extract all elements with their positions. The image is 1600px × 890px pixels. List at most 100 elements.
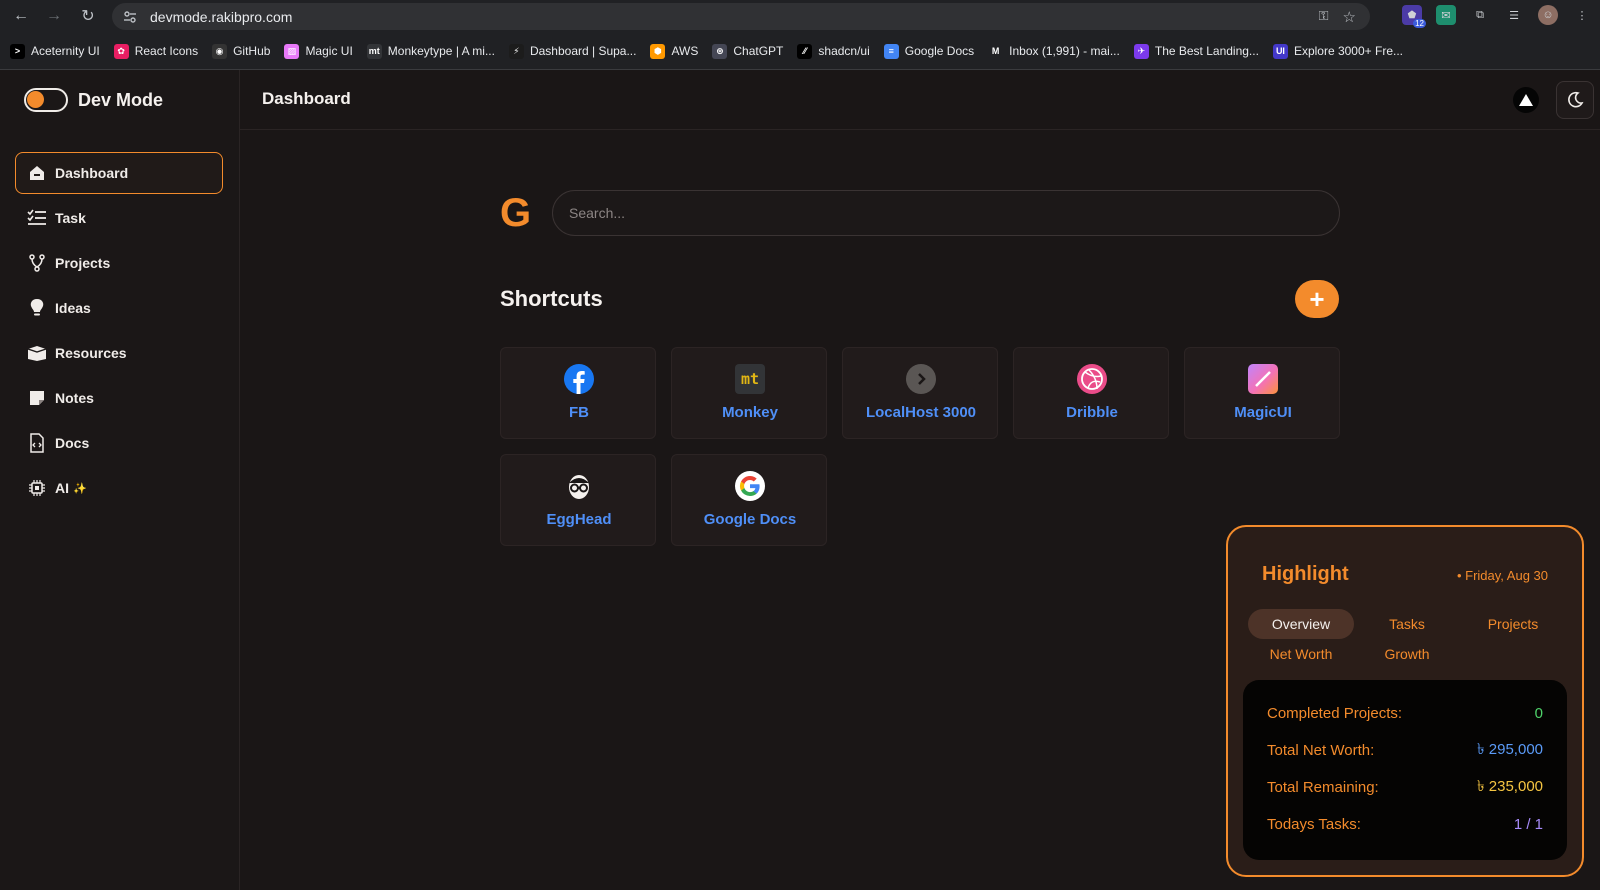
toggle-logo-icon — [24, 88, 68, 112]
bookmark-item[interactable]: M Inbox (1,991) - mai... — [988, 43, 1120, 59]
shortcut-card-magicui[interactable]: MagicUI — [1184, 347, 1340, 439]
shortcut-label: Monkey — [722, 404, 778, 421]
sidebar-item-resources[interactable]: Resources — [15, 332, 223, 374]
bookmark-item[interactable]: > Aceternity UI — [10, 43, 100, 59]
shortcuts-title: Shortcuts — [500, 286, 603, 311]
bookmark-item[interactable]: ◉ GitHub — [212, 43, 271, 59]
star-icon[interactable]: ☆ — [1343, 8, 1356, 26]
stat-row: Total Remaining: ৳ 235,000 — [1267, 776, 1543, 798]
sidebar-item-ai[interactable]: AI ✨ — [15, 467, 223, 509]
sidebar-item-dashboard[interactable]: Dashboard — [15, 152, 223, 194]
sidebar-item-label: Projects — [55, 255, 111, 271]
highlight-stats: Completed Projects: 0 Total Net Worth: ৳… — [1243, 680, 1567, 860]
shortcut-card-google-docs[interactable]: Google Docs — [671, 454, 827, 546]
bookmark-label: shadcn/ui — [818, 44, 870, 58]
url-text[interactable]: devmode.rakibpro.com — [150, 9, 292, 25]
extensions-puzzle-icon[interactable]: ⧉ — [1470, 5, 1490, 25]
bookmark-label: Google Docs — [904, 44, 975, 58]
stat-value: 1 / 1 — [1513, 815, 1543, 833]
bookmark-label: Inbox (1,991) - mai... — [1009, 44, 1120, 58]
bookmark-favicon-icon: ≡ — [883, 43, 899, 59]
vercel-triangle-button[interactable] — [1507, 81, 1545, 119]
google-icon — [735, 471, 765, 501]
bookmark-item[interactable]: ⬢ AWS — [650, 43, 698, 59]
site-settings-icon[interactable] — [122, 9, 138, 25]
bookmarks-bar: > Aceternity UI ✿ React Icons ◉ GitHub ▨ Magic … — [0, 33, 1600, 70]
bookmark-item[interactable]: ⁄⁄ shadcn/ui — [797, 43, 870, 59]
sidebar-item-docs[interactable]: Docs — [15, 422, 223, 464]
plus-icon: + — [1309, 284, 1325, 314]
tab-projects[interactable]: Projects — [1460, 609, 1566, 639]
shortcut-card-localhost[interactable]: LocalHost 3000 — [842, 347, 998, 439]
extension-mail-icon[interactable]: ✉ — [1436, 5, 1456, 25]
bookmark-favicon-icon: M — [988, 43, 1004, 59]
theme-toggle-button[interactable] — [1556, 81, 1594, 119]
shortcut-label: Dribble — [1066, 404, 1118, 421]
stat-row: Total Net Worth: ৳ 295,000 — [1267, 739, 1543, 761]
shortcut-card-monkey[interactable]: mt Monkey — [671, 347, 827, 439]
bookmark-item[interactable]: mt Monkeytype | A mi... — [366, 43, 495, 59]
home-icon — [27, 163, 47, 183]
forward-icon[interactable]: → — [43, 5, 65, 27]
sidebar-item-label: Docs — [55, 435, 90, 451]
sidebar-item-projects[interactable]: Projects — [15, 242, 223, 284]
shortcut-label: FB — [569, 404, 589, 421]
add-shortcut-button[interactable]: + — [1295, 280, 1339, 318]
sidebar: Dev Mode Dashboard Task Projects Ideas R… — [0, 70, 240, 890]
bookmark-item[interactable]: ⊛ ChatGPT — [712, 43, 783, 59]
stat-value: 0 — [1534, 704, 1543, 722]
chevron-right-icon — [906, 364, 936, 394]
extension-badge-icon[interactable]: ⬟ 12 — [1402, 5, 1426, 28]
bookmark-label: React Icons — [134, 44, 199, 58]
shortcut-card-dribble[interactable]: Dribble — [1013, 347, 1169, 439]
sidebar-item-label: Dashboard — [55, 165, 129, 181]
bookmark-favicon-icon: ⁄⁄ — [797, 43, 813, 59]
bookmark-favicon-icon: ✈ — [1133, 43, 1149, 59]
bookmark-label: Dashboard | Supa... — [529, 44, 637, 58]
bookmark-item[interactable]: ≡ Google Docs — [883, 43, 975, 59]
profile-avatar[interactable]: ☺ — [1538, 5, 1558, 25]
sidebar-item-notes[interactable]: Notes — [15, 377, 223, 419]
branch-icon — [27, 253, 47, 273]
key-icon[interactable]: ⚿ — [1319, 8, 1329, 26]
sidebar-item-task[interactable]: Task — [15, 197, 223, 239]
address-bar[interactable]: devmode.rakibpro.com ⚿ ☆ — [112, 3, 1370, 30]
stat-label: Todays Tasks: — [1267, 815, 1361, 833]
sidebar-item-label: AI — [55, 480, 69, 496]
bookmark-favicon-icon: > — [10, 43, 25, 59]
bookmark-item[interactable]: ▨ Magic UI — [284, 43, 353, 59]
tab-tasks[interactable]: Tasks — [1354, 609, 1460, 639]
bookmark-item[interactable]: ⚡ Dashboard | Supa... — [508, 43, 637, 59]
brand[interactable]: Dev Mode — [24, 88, 163, 112]
menu-dots-icon[interactable]: ⋮ — [1572, 5, 1592, 25]
stat-label: Total Net Worth: — [1267, 741, 1375, 759]
sidebar-item-label: Task — [55, 210, 86, 226]
checklist-icon — [27, 208, 47, 228]
tab-overview[interactable]: Overview — [1248, 609, 1354, 639]
shortcut-card-fb[interactable]: FB — [500, 347, 656, 439]
bookmark-item[interactable]: ✿ React Icons — [113, 43, 199, 59]
monkeytype-icon: mt — [735, 364, 765, 394]
back-icon[interactable]: ← — [10, 5, 32, 27]
shortcut-label: EggHead — [546, 511, 612, 528]
reading-list-icon[interactable]: ☰ — [1504, 5, 1524, 25]
tab-growth[interactable]: Growth — [1354, 639, 1460, 669]
shortcut-card-egghead[interactable]: EggHead — [500, 454, 656, 546]
shortcut-label: MagicUI — [1234, 404, 1292, 421]
reload-icon[interactable]: ↻ — [77, 5, 99, 27]
bookmark-favicon-icon: ⬢ — [650, 43, 666, 59]
shortcut-label: LocalHost 3000 — [865, 404, 977, 421]
facebook-icon — [564, 364, 594, 394]
bookmark-item[interactable]: ✈ The Best Landing... — [1133, 43, 1259, 59]
chip-icon — [27, 478, 47, 498]
sidebar-item-ideas[interactable]: Ideas — [15, 287, 223, 329]
bookmark-item[interactable]: UI Explore 3000+ Fre... — [1272, 43, 1403, 59]
bookmark-label: Aceternity UI — [31, 44, 100, 58]
lightbulb-icon — [27, 298, 47, 318]
bookmark-favicon-icon: mt — [366, 43, 382, 59]
sidebar-item-label: Ideas — [55, 300, 91, 316]
box-icon — [27, 343, 47, 363]
bookmark-label: GitHub — [233, 44, 271, 58]
search-input[interactable] — [552, 190, 1340, 236]
tab-net-worth[interactable]: Net Worth — [1248, 639, 1354, 669]
